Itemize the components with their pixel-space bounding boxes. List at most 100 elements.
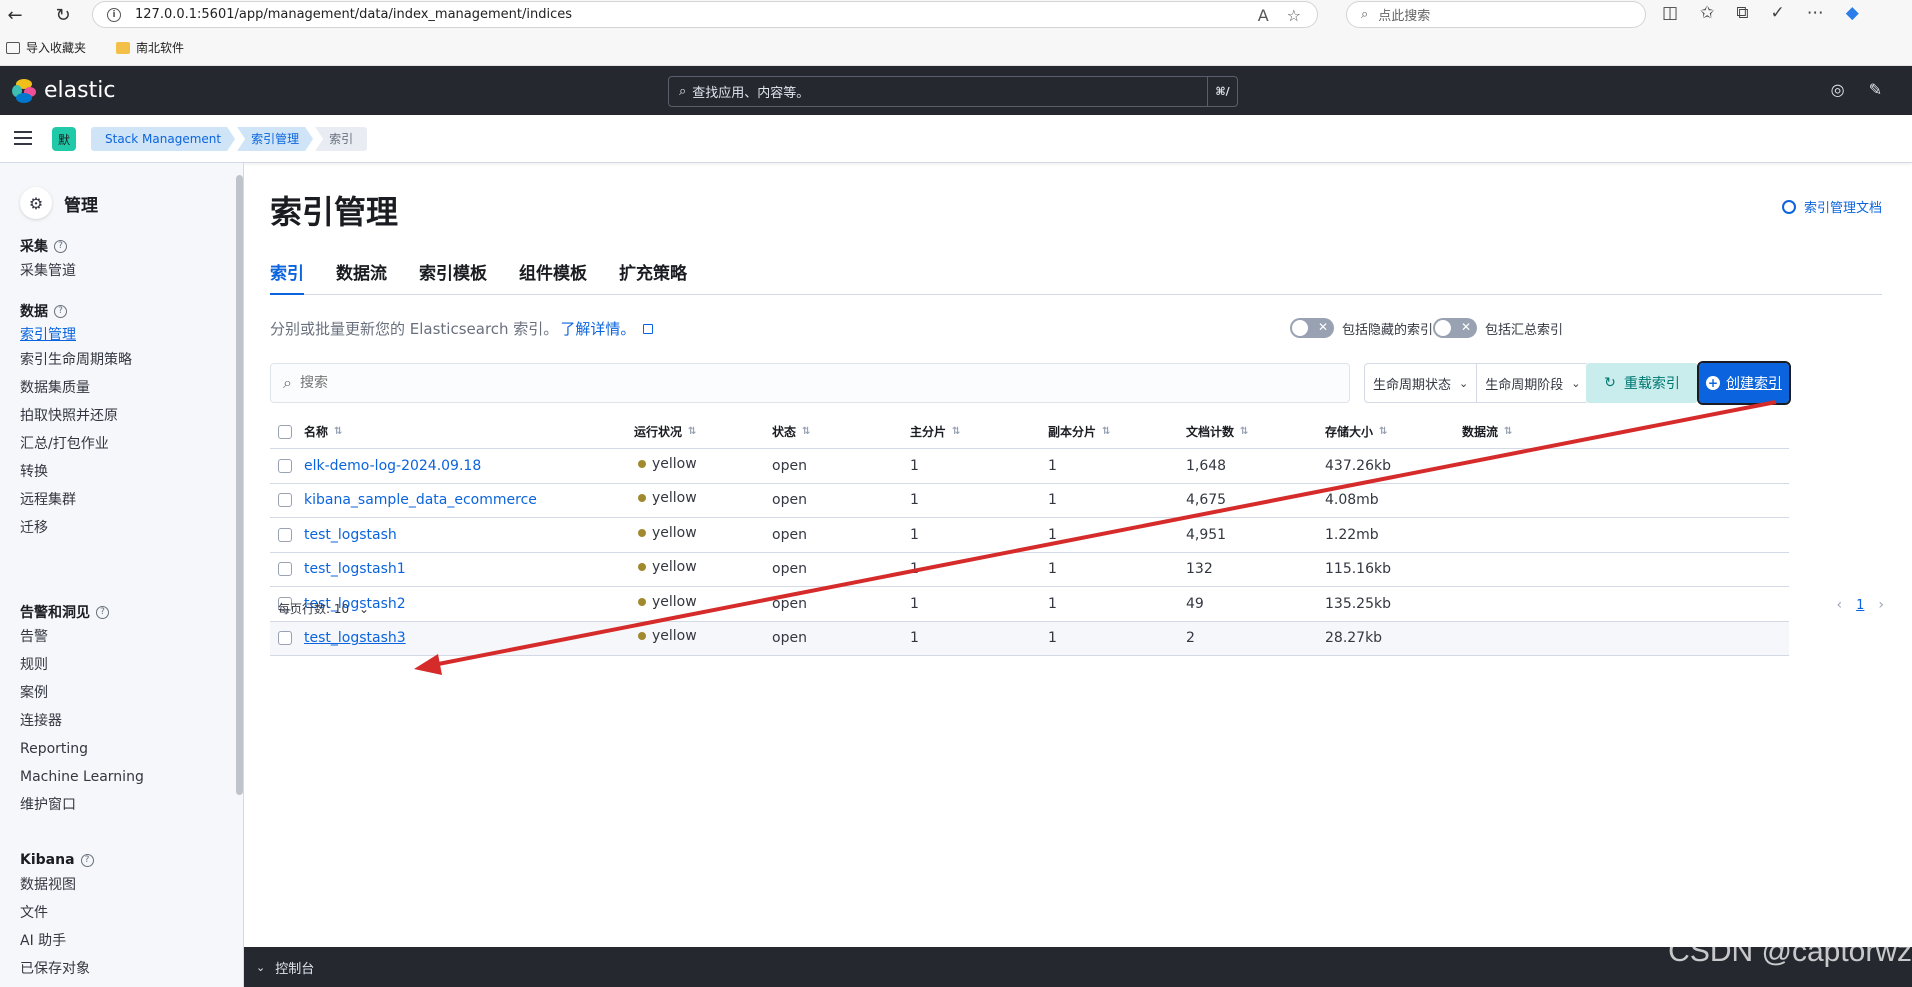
create-index-button[interactable]: + 创建索引 <box>1697 361 1791 405</box>
sidebar-item-cases[interactable]: 案例 <box>20 679 144 707</box>
tab-enrich-policies[interactable]: 扩充策略 <box>619 259 687 295</box>
sidebar-item-index-management[interactable]: 索引管理 <box>20 322 132 346</box>
index-name-link[interactable]: kibana_sample_data_ecommerce <box>304 484 537 518</box>
select-all-checkbox[interactable] <box>278 424 292 439</box>
menu-icon[interactable] <box>14 131 32 145</box>
help-icon[interactable]: ◎ <box>1831 80 1845 99</box>
sidebar-item-maintenance-windows[interactable]: 维护窗口 <box>20 791 144 819</box>
info-icon[interactable]: i <box>107 7 121 22</box>
lifecycle-phase-filter[interactable]: 生命周期阶段 ⌄ <box>1476 364 1588 402</box>
row-checkbox[interactable] <box>278 527 292 542</box>
help-icon[interactable]: ? <box>54 239 67 253</box>
sidebar-item-data-views[interactable]: 数据视图 <box>20 871 94 899</box>
index-management-docs-link[interactable]: 索引管理文档 <box>1781 197 1882 216</box>
nav-group-ingest: 采集? 采集管道 <box>20 235 76 285</box>
favorite-star-icon[interactable]: ☆ <box>1287 6 1301 25</box>
tab-index-templates[interactable]: 索引模板 <box>419 259 487 295</box>
column-storage-size[interactable]: 存储大小 ⇅ <box>1325 415 1387 448</box>
elastic-logo-icon <box>12 78 36 103</box>
storage-size: 1.22mb <box>1325 526 1379 543</box>
row-checkbox[interactable] <box>278 458 292 473</box>
tab-indices[interactable]: 索引 <box>270 259 304 295</box>
page-number[interactable]: 1 <box>1856 598 1864 613</box>
sidebar-item-machine-learning[interactable]: Machine Learning <box>20 763 144 791</box>
rows-per-page-selector[interactable]: 每页行数: 10 ⌄ <box>278 600 369 617</box>
favorites-icon[interactable]: ✩ <box>1700 3 1714 23</box>
tab-component-templates[interactable]: 组件模板 <box>519 259 587 295</box>
column-name[interactable]: 名称 ⇅ <box>304 415 342 448</box>
sidebar-item-transforms[interactable]: 转换 <box>20 458 132 486</box>
help-icon[interactable]: ? <box>80 853 94 867</box>
reload-indices-button[interactable]: ↻ 重载索引 <box>1586 363 1698 403</box>
sidebar-item-reporting[interactable]: Reporting <box>20 735 144 763</box>
column-docs-count[interactable]: 文档计数 ⇅ <box>1186 415 1248 448</box>
read-aloud-icon[interactable]: A <box>1258 6 1269 25</box>
sidebar-item-alerts[interactable]: 告警 <box>20 623 144 651</box>
sidebar-item-ilm-policies[interactable]: 索引生命周期策略 <box>20 346 132 374</box>
index-name-link[interactable]: test_logstash1 <box>304 553 406 587</box>
more-icon[interactable]: ⋯ <box>1807 3 1824 23</box>
docs-count: 4,951 <box>1186 526 1227 543</box>
collections-icon[interactable]: ⧉ <box>1736 3 1748 23</box>
sidebar-item-ingest-pipelines[interactable]: 采集管道 <box>20 257 76 285</box>
sidebar-scrollbar[interactable] <box>236 175 243 795</box>
previous-page-icon[interactable]: ‹ <box>1837 597 1843 613</box>
bookmark-import[interactable]: 导入收藏夹 <box>6 39 86 56</box>
sidebar-item-migrate[interactable]: 迁移 <box>20 514 132 542</box>
health-dot-icon <box>638 597 646 606</box>
external-link-icon <box>643 323 654 334</box>
space-avatar[interactable]: 默 <box>52 127 76 151</box>
copilot-icon[interactable]: ◆ <box>1846 3 1859 23</box>
index-status: open <box>772 630 807 647</box>
sidebar-item-snapshot-restore[interactable]: 拍取快照并还原 <box>20 402 132 430</box>
bookmark-folder[interactable]: 南北软件 <box>116 39 184 56</box>
next-page-icon[interactable]: › <box>1878 597 1884 613</box>
nav-group-alerts-insights: 告警和洞见? 告警 规则 案例 连接器 Reporting Machine Le… <box>20 601 144 819</box>
breadcrumb-index-management[interactable]: 索引管理 <box>237 127 313 151</box>
tab-data-streams[interactable]: 数据流 <box>336 259 387 295</box>
split-screen-icon[interactable]: ◫ <box>1662 3 1678 23</box>
column-data-stream[interactable]: 数据流 ⇅ <box>1462 415 1512 448</box>
table-row: elk-demo-log-2024.09.18 yellow open 1 1 … <box>270 449 1789 484</box>
help-icon[interactable]: ? <box>96 605 109 619</box>
sidebar-item-connectors[interactable]: 连接器 <box>20 707 144 735</box>
filter-label: 生命周期阶段 <box>1485 377 1564 393</box>
refresh-icon[interactable]: ↻ <box>48 2 78 28</box>
index-name-link[interactable]: test_logstash <box>304 518 397 552</box>
include-hidden-toggle[interactable]: ✕ <box>1290 318 1334 338</box>
user-menu-icon[interactable]: ✎ <box>1869 80 1882 99</box>
sort-icon: ⇅ <box>688 426 697 437</box>
sidebar-item-ai-assistant[interactable]: AI 助手 <box>20 927 94 955</box>
sidebar-item-remote-clusters[interactable]: 远程集群 <box>20 486 132 514</box>
learn-more-link[interactable]: 了解详情。 <box>560 318 635 339</box>
row-checkbox[interactable] <box>278 631 292 646</box>
index-name-link[interactable]: test_logstash3 <box>304 622 406 656</box>
row-checkbox[interactable] <box>278 493 292 508</box>
browser-search-box[interactable]: ⌕ 点此搜索 <box>1346 1 1646 28</box>
elastic-logo[interactable]: elastic <box>12 78 115 103</box>
sidebar-item-dataset-quality[interactable]: 数据集质量 <box>20 374 132 402</box>
index-search-input[interactable] <box>299 375 1349 391</box>
index-name-link[interactable]: elk-demo-log-2024.09.18 <box>304 449 481 483</box>
column-primary[interactable]: 主分片 ⇅ <box>910 415 960 448</box>
global-search-input[interactable]: ⌕ 查找应用、内容等。 ⌘/ <box>668 76 1238 107</box>
table-row: test_logstash2 yellow open 1 1 49 135.25… <box>270 587 1789 622</box>
breadcrumb-stack-management[interactable]: Stack Management <box>91 127 235 151</box>
sidebar-item-files[interactable]: 文件 <box>20 899 94 927</box>
back-icon[interactable]: ← <box>0 2 30 28</box>
address-bar[interactable]: i 127.0.0.1:5601/app/management/data/ind… <box>92 1 1318 28</box>
help-icon[interactable]: ? <box>54 304 67 318</box>
include-rollup-toggle[interactable]: ✕ <box>1433 318 1477 338</box>
column-health[interactable]: 运行状况 ⇅ <box>634 415 696 448</box>
console-bar[interactable]: ⌄ 控制台 <box>244 947 1912 987</box>
lifecycle-status-filter[interactable]: 生命周期状态 ⌄ <box>1365 364 1476 402</box>
pagination: ‹ 1 › <box>1837 597 1885 613</box>
sidebar-item-saved-objects[interactable]: 已保存对象 <box>20 955 94 983</box>
docs-link-label: 索引管理文档 <box>1803 201 1882 216</box>
row-checkbox[interactable] <box>278 562 292 577</box>
column-status[interactable]: 状态 ⇅ <box>772 415 810 448</box>
extensions-icon[interactable]: ✓ <box>1770 3 1784 23</box>
sidebar-item-rules[interactable]: 规则 <box>20 651 144 679</box>
sidebar-item-rollup-jobs[interactable]: 汇总/打包作业 <box>20 430 132 458</box>
column-replicas[interactable]: 副本分片 ⇅ <box>1048 415 1110 448</box>
